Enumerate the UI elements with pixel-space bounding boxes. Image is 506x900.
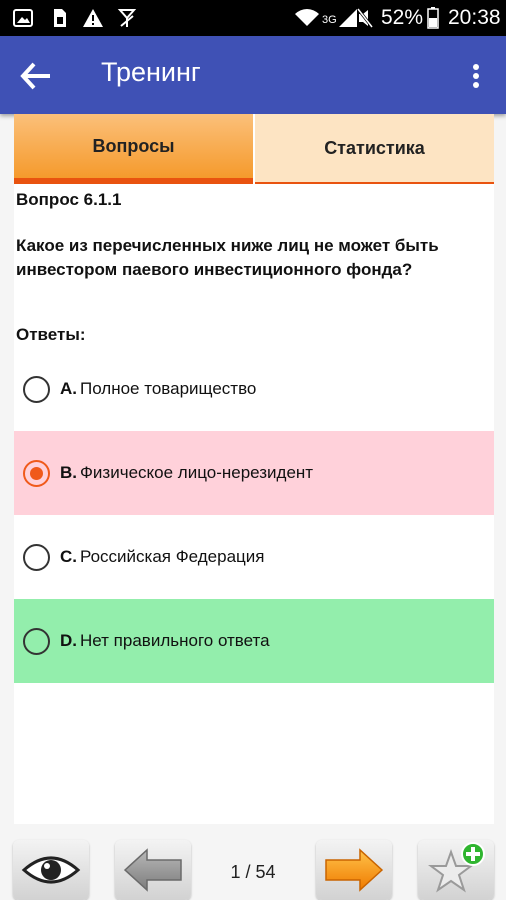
- answer-option-b[interactable]: B. Физическое лицо-нерезидент: [14, 431, 494, 515]
- overflow-menu-button[interactable]: [458, 56, 494, 96]
- answer-option-a[interactable]: A. Полное товарищество: [14, 347, 494, 431]
- page-title: Тренинг: [101, 57, 201, 87]
- mute-icon: [356, 8, 374, 28]
- answer-letter: C.: [60, 547, 77, 566]
- page-counter: 1 / 54: [230, 862, 276, 882]
- clock: 20:38: [448, 6, 501, 29]
- answer-text: Нет правильного ответа: [80, 631, 270, 650]
- network-type: 3G: [322, 14, 337, 26]
- antenna-icon: [116, 8, 138, 28]
- back-button[interactable]: [16, 56, 56, 96]
- radio-button-selected[interactable]: [23, 460, 50, 487]
- add-favorite-button[interactable]: [418, 840, 494, 900]
- more-vert-icon: [473, 64, 479, 88]
- answer-letter: A.: [60, 379, 77, 398]
- question-text: Какое из перечисленных ниже лиц не может…: [16, 236, 439, 279]
- bottom-toolbar: 1 / 54: [0, 824, 506, 900]
- radio-button[interactable]: [23, 628, 50, 655]
- answer-option-c[interactable]: C. Российская Федерация: [14, 515, 494, 599]
- sim-icon: [50, 8, 68, 28]
- answer-text: Российская Федерация: [80, 547, 265, 566]
- image-icon: [12, 8, 34, 28]
- tab-bar: Вопросы Статистика: [14, 114, 494, 184]
- answer-option-d[interactable]: D. Нет правильного ответа: [14, 599, 494, 683]
- arrow-left-icon: [123, 848, 182, 892]
- previous-button[interactable]: [115, 840, 191, 900]
- battery-icon: [426, 7, 440, 29]
- answer-letter: D.: [60, 631, 77, 650]
- battery-percent: 52%: [381, 6, 424, 29]
- tab-questions[interactable]: Вопросы: [14, 114, 253, 184]
- wifi-icon: [294, 8, 320, 28]
- answers-label: Ответы:: [16, 325, 86, 344]
- arrow-back-icon: [20, 62, 50, 90]
- radio-button[interactable]: [23, 376, 50, 403]
- question-number: Вопрос 6.1.1: [16, 190, 122, 209]
- next-button[interactable]: [316, 840, 392, 900]
- app-bar: Тренинг: [0, 36, 506, 114]
- tab-statistics[interactable]: Статистика: [255, 114, 494, 184]
- show-answer-button[interactable]: [13, 840, 89, 900]
- status-bar: 3G 52% 20:38: [0, 0, 506, 36]
- signal-icon: [338, 8, 358, 28]
- eye-icon: [21, 856, 81, 884]
- warning-icon: [82, 8, 104, 28]
- radio-button[interactable]: [23, 544, 50, 571]
- star-add-icon: [428, 842, 485, 893]
- answer-letter: B.: [60, 463, 77, 482]
- arrow-right-icon: [325, 848, 384, 892]
- answer-text: Полное товарищество: [80, 379, 257, 398]
- answer-text: Физическое лицо-нерезидент: [80, 463, 314, 482]
- content-panel: Вопросы Статистика Вопрос 6.1.1 Какое из…: [14, 114, 494, 824]
